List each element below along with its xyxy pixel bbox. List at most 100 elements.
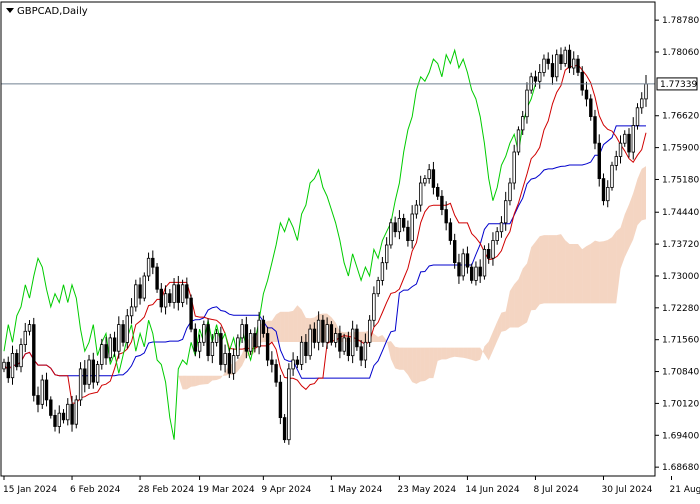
candle-body — [584, 89, 589, 100]
candle-body — [236, 337, 240, 356]
candle-body — [423, 178, 427, 184]
candle — [108, 333, 112, 362]
candle-body — [287, 368, 291, 441]
candle-body — [112, 337, 117, 352]
candle-body — [146, 257, 151, 277]
candle-body — [440, 195, 444, 211]
candle-body — [282, 417, 287, 441]
candle-body — [478, 266, 482, 277]
candle-body — [121, 324, 125, 343]
candle-body — [83, 368, 87, 385]
cloud-segment — [514, 279, 519, 328]
current-price-value: 1.77339 — [660, 80, 697, 90]
cloud-segment — [284, 311, 289, 342]
candle-body — [321, 319, 325, 343]
candle — [329, 321, 334, 346]
candle-body — [342, 337, 346, 352]
candle-body — [23, 330, 27, 345]
candle — [78, 362, 83, 406]
candle-body — [193, 328, 197, 352]
cloud-segment — [531, 241, 536, 311]
candle-body — [499, 222, 504, 233]
candle-body — [533, 76, 538, 82]
candle-body — [333, 333, 338, 343]
candle-body — [546, 58, 550, 64]
candle-body — [410, 213, 414, 242]
x-tick-label: 28 Feb 2024 — [138, 485, 194, 495]
candle-body — [104, 344, 108, 359]
candle-body — [163, 293, 168, 308]
candle-body — [219, 333, 223, 365]
candle-body — [32, 324, 36, 396]
candle — [74, 395, 78, 429]
candle-body — [444, 209, 448, 224]
cloud-segment — [203, 375, 209, 385]
candle-body — [257, 319, 261, 348]
cloud-segment — [548, 235, 553, 304]
candle-body — [36, 395, 40, 405]
candle-body — [15, 352, 19, 368]
x-tick-label: 6 Feb 2024 — [70, 485, 121, 495]
cloud-segment — [552, 235, 557, 304]
y-tick-label: 1.75180 — [662, 175, 699, 185]
candle — [461, 248, 465, 281]
candle-body — [134, 284, 138, 308]
cloud-segment — [556, 234, 561, 304]
candle-body — [448, 222, 453, 241]
cloud-segment — [565, 240, 570, 304]
x-tick-label: 21 Aug 2024 — [670, 485, 700, 495]
candle-body — [244, 324, 249, 352]
candle — [32, 317, 36, 402]
candle — [248, 329, 253, 355]
cloud-segment — [288, 310, 294, 342]
candle-body — [376, 279, 380, 295]
cloud-segment — [280, 311, 285, 342]
candle-body — [521, 116, 525, 131]
candle-body — [623, 133, 627, 144]
candle-body — [431, 169, 436, 188]
symbol-timeframe-label: GBPCAD,Daily — [17, 6, 88, 17]
candle-body — [644, 83, 648, 100]
candle-body — [125, 315, 129, 343]
cloud-segment — [475, 347, 481, 362]
cloud-segment — [501, 311, 506, 332]
candle-body — [401, 217, 406, 228]
candle-body — [559, 54, 563, 65]
candle-body — [610, 164, 614, 188]
candle — [516, 126, 521, 156]
cloud-segment — [522, 263, 527, 325]
cloud-segment — [199, 375, 204, 385]
candle-body — [138, 284, 142, 299]
candle — [155, 263, 159, 293]
candle-body — [274, 364, 278, 383]
candle-body — [597, 142, 601, 179]
candle-body — [78, 368, 83, 401]
x-tick-label: 15 Jan 2024 — [3, 485, 57, 495]
candle-body — [461, 253, 465, 277]
candle-body — [189, 297, 193, 330]
candle-body — [525, 89, 529, 118]
candle-body — [172, 284, 176, 303]
current-price-tag: 1.77339 — [656, 77, 698, 91]
candle-body — [606, 186, 610, 202]
cloud-segment — [293, 305, 298, 342]
candle-body — [393, 222, 397, 233]
y-tick-label: 1.71560 — [662, 336, 699, 346]
candle-body — [414, 204, 419, 215]
candle — [482, 245, 487, 280]
candle-body — [618, 142, 623, 157]
candle-body — [278, 381, 283, 419]
candle-body — [367, 319, 372, 343]
cloud-segment — [297, 305, 302, 342]
candle-body — [635, 107, 640, 126]
candle-body — [6, 361, 10, 379]
cloud-segment — [573, 244, 578, 304]
candle — [601, 173, 606, 206]
candle-body — [202, 324, 206, 343]
cloud-segment — [424, 347, 430, 381]
cloud-segment — [361, 331, 366, 342]
candle-body — [295, 359, 300, 365]
candle-body — [538, 72, 542, 82]
candle — [206, 318, 210, 362]
candle-body — [155, 266, 159, 290]
